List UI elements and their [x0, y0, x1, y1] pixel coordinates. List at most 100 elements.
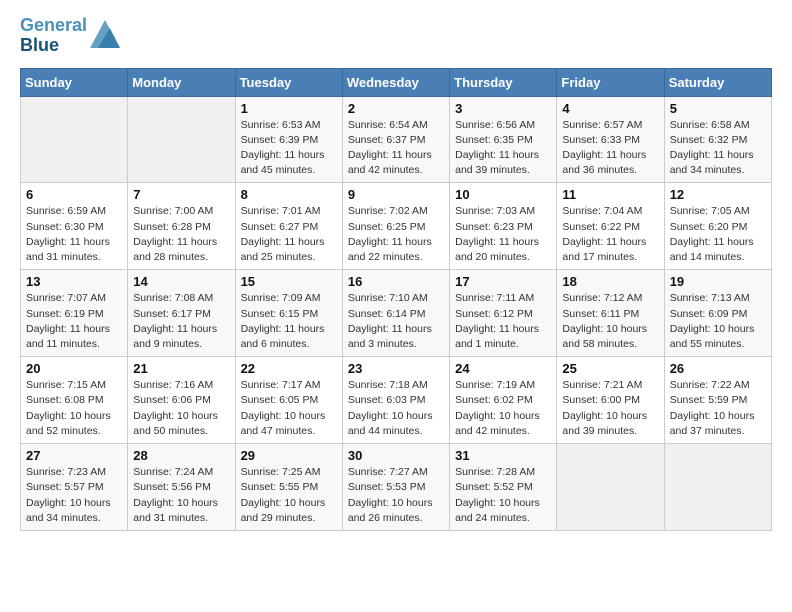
weekday-header-tuesday: Tuesday	[235, 68, 342, 96]
calendar-cell: 19Sunrise: 7:13 AMSunset: 6:09 PMDayligh…	[664, 270, 771, 357]
day-detail: Sunrise: 7:28 AMSunset: 5:52 PMDaylight:…	[455, 465, 551, 526]
calendar-cell: 29 Sunrise: 7:25 AMSunset: 5:55 PMDayligh…	[235, 444, 342, 531]
calendar-cell: 18Sunrise: 7:12 AMSunset: 6:11 PMDayligh…	[557, 270, 664, 357]
calendar-cell: 16 Sunrise: 7:10 AMSunset: 6:14 PMDayligh…	[342, 270, 449, 357]
logo-icon	[90, 20, 120, 48]
calendar-cell: 30 Sunrise: 7:27 AMSunset: 5:53 PMDayligh…	[342, 444, 449, 531]
day-detail: Sunrise: 7:18 AMSunset: 6:03 PMDaylight:…	[348, 378, 444, 439]
day-detail: Sunrise: 7:27 AMSunset: 5:53 PMDaylight:…	[348, 465, 444, 526]
day-detail: Sunrise: 6:54 AMSunset: 6:37 PMDaylight:…	[348, 118, 444, 179]
day-detail: Sunrise: 7:02 AMSunset: 6:25 PMDaylight:…	[348, 204, 444, 265]
day-detail: Sunrise: 7:22 AMSunset: 5:59 PMDaylight:…	[670, 378, 766, 439]
calendar-cell	[664, 444, 771, 531]
day-number: 1	[241, 101, 337, 116]
day-detail: Sunrise: 7:01 AMSunset: 6:27 PMDaylight:…	[241, 204, 337, 265]
calendar-cell: 7Sunrise: 7:00 AMSunset: 6:28 PMDaylight…	[128, 183, 235, 270]
day-detail: Sunrise: 7:10 AMSunset: 6:14 PMDaylight:…	[348, 291, 444, 352]
day-number: 26	[670, 361, 766, 376]
calendar-cell: 9 Sunrise: 7:02 AMSunset: 6:25 PMDaylight…	[342, 183, 449, 270]
day-number: 20	[26, 361, 122, 376]
day-detail: Sunrise: 6:53 AMSunset: 6:39 PMDaylight:…	[241, 118, 337, 179]
calendar-cell: 31 Sunrise: 7:28 AMSunset: 5:52 PMDayligh…	[450, 444, 557, 531]
day-detail: Sunrise: 7:13 AMSunset: 6:09 PMDaylight:…	[670, 291, 766, 352]
calendar-cell: 22Sunrise: 7:17 AMSunset: 6:05 PMDayligh…	[235, 357, 342, 444]
weekday-header-saturday: Saturday	[664, 68, 771, 96]
day-number: 29	[241, 448, 337, 463]
day-detail: Sunrise: 6:59 AMSunset: 6:30 PMDaylight:…	[26, 204, 122, 265]
day-number: 31	[455, 448, 551, 463]
day-detail: Sunrise: 7:17 AMSunset: 6:05 PMDaylight:…	[241, 378, 337, 439]
calendar-cell: 23 Sunrise: 7:18 AMSunset: 6:03 PMDayligh…	[342, 357, 449, 444]
day-number: 2	[348, 101, 444, 116]
weekday-header-monday: Monday	[128, 68, 235, 96]
calendar-cell: 20 Sunrise: 7:15 AMSunset: 6:08 PMDayligh…	[21, 357, 128, 444]
logo: GeneralBlue	[20, 16, 120, 56]
day-number: 24	[455, 361, 551, 376]
day-detail: Sunrise: 6:58 AMSunset: 6:32 PMDaylight:…	[670, 118, 766, 179]
calendar-cell: 14 Sunrise: 7:08 AMSunset: 6:17 PMDayligh…	[128, 270, 235, 357]
day-detail: Sunrise: 6:56 AMSunset: 6:35 PMDaylight:…	[455, 118, 551, 179]
day-number: 7	[133, 187, 229, 202]
calendar-cell: 3 Sunrise: 6:56 AMSunset: 6:35 PMDaylight…	[450, 96, 557, 183]
day-number: 27	[26, 448, 122, 463]
day-number: 15	[241, 274, 337, 289]
day-number: 9	[348, 187, 444, 202]
day-detail: Sunrise: 7:09 AMSunset: 6:15 PMDaylight:…	[241, 291, 337, 352]
day-detail: Sunrise: 7:21 AMSunset: 6:00 PMDaylight:…	[562, 378, 658, 439]
day-number: 18	[562, 274, 658, 289]
calendar-cell: 25 Sunrise: 7:21 AMSunset: 6:00 PMDayligh…	[557, 357, 664, 444]
day-number: 14	[133, 274, 229, 289]
calendar-cell: 15 Sunrise: 7:09 AMSunset: 6:15 PMDayligh…	[235, 270, 342, 357]
page-header: GeneralBlue	[20, 16, 772, 56]
weekday-header-thursday: Thursday	[450, 68, 557, 96]
calendar-cell: 10 Sunrise: 7:03 AMSunset: 6:23 PMDayligh…	[450, 183, 557, 270]
logo-text: GeneralBlue	[20, 16, 87, 56]
calendar-cell: 8Sunrise: 7:01 AMSunset: 6:27 PMDaylight…	[235, 183, 342, 270]
day-number: 25	[562, 361, 658, 376]
day-detail: Sunrise: 7:11 AMSunset: 6:12 PMDaylight:…	[455, 291, 551, 352]
calendar-cell: 5 Sunrise: 6:58 AMSunset: 6:32 PMDaylight…	[664, 96, 771, 183]
day-detail: Sunrise: 7:25 AMSunset: 5:55 PMDaylight:…	[241, 465, 337, 526]
calendar-cell: 2 Sunrise: 6:54 AMSunset: 6:37 PMDaylight…	[342, 96, 449, 183]
day-number: 3	[455, 101, 551, 116]
day-number: 28	[133, 448, 229, 463]
calendar-cell: 4 Sunrise: 6:57 AMSunset: 6:33 PMDaylight…	[557, 96, 664, 183]
day-number: 16	[348, 274, 444, 289]
calendar-cell: 13 Sunrise: 7:07 AMSunset: 6:19 PMDayligh…	[21, 270, 128, 357]
day-number: 23	[348, 361, 444, 376]
calendar-cell	[21, 96, 128, 183]
calendar-cell: 1 Sunrise: 6:53 AMSunset: 6:39 PMDaylight…	[235, 96, 342, 183]
calendar-cell	[557, 444, 664, 531]
day-detail: Sunrise: 7:04 AMSunset: 6:22 PMDaylight:…	[562, 204, 658, 265]
day-number: 17	[455, 274, 551, 289]
day-detail: Sunrise: 6:57 AMSunset: 6:33 PMDaylight:…	[562, 118, 658, 179]
day-detail: Sunrise: 7:05 AMSunset: 6:20 PMDaylight:…	[670, 204, 766, 265]
weekday-header-sunday: Sunday	[21, 68, 128, 96]
day-detail: Sunrise: 7:03 AMSunset: 6:23 PMDaylight:…	[455, 204, 551, 265]
calendar-cell	[128, 96, 235, 183]
weekday-header-wednesday: Wednesday	[342, 68, 449, 96]
day-detail: Sunrise: 7:07 AMSunset: 6:19 PMDaylight:…	[26, 291, 122, 352]
day-detail: Sunrise: 7:23 AMSunset: 5:57 PMDaylight:…	[26, 465, 122, 526]
calendar-cell: 12 Sunrise: 7:05 AMSunset: 6:20 PMDayligh…	[664, 183, 771, 270]
day-number: 21	[133, 361, 229, 376]
day-number: 4	[562, 101, 658, 116]
weekday-header-friday: Friday	[557, 68, 664, 96]
calendar-cell: 28 Sunrise: 7:24 AMSunset: 5:56 PMDayligh…	[128, 444, 235, 531]
day-detail: Sunrise: 7:15 AMSunset: 6:08 PMDaylight:…	[26, 378, 122, 439]
day-detail: Sunrise: 7:24 AMSunset: 5:56 PMDaylight:…	[133, 465, 229, 526]
calendar-cell: 6Sunrise: 6:59 AMSunset: 6:30 PMDaylight…	[21, 183, 128, 270]
calendar-cell: 11 Sunrise: 7:04 AMSunset: 6:22 PMDayligh…	[557, 183, 664, 270]
day-number: 13	[26, 274, 122, 289]
day-detail: Sunrise: 7:08 AMSunset: 6:17 PMDaylight:…	[133, 291, 229, 352]
day-detail: Sunrise: 7:19 AMSunset: 6:02 PMDaylight:…	[455, 378, 551, 439]
calendar-cell: 21 Sunrise: 7:16 AMSunset: 6:06 PMDayligh…	[128, 357, 235, 444]
day-number: 10	[455, 187, 551, 202]
day-number: 11	[562, 187, 658, 202]
day-number: 5	[670, 101, 766, 116]
day-detail: Sunrise: 7:16 AMSunset: 6:06 PMDaylight:…	[133, 378, 229, 439]
calendar-cell: 24 Sunrise: 7:19 AMSunset: 6:02 PMDayligh…	[450, 357, 557, 444]
day-number: 12	[670, 187, 766, 202]
calendar-table: SundayMondayTuesdayWednesdayThursdayFrid…	[20, 68, 772, 531]
day-number: 30	[348, 448, 444, 463]
